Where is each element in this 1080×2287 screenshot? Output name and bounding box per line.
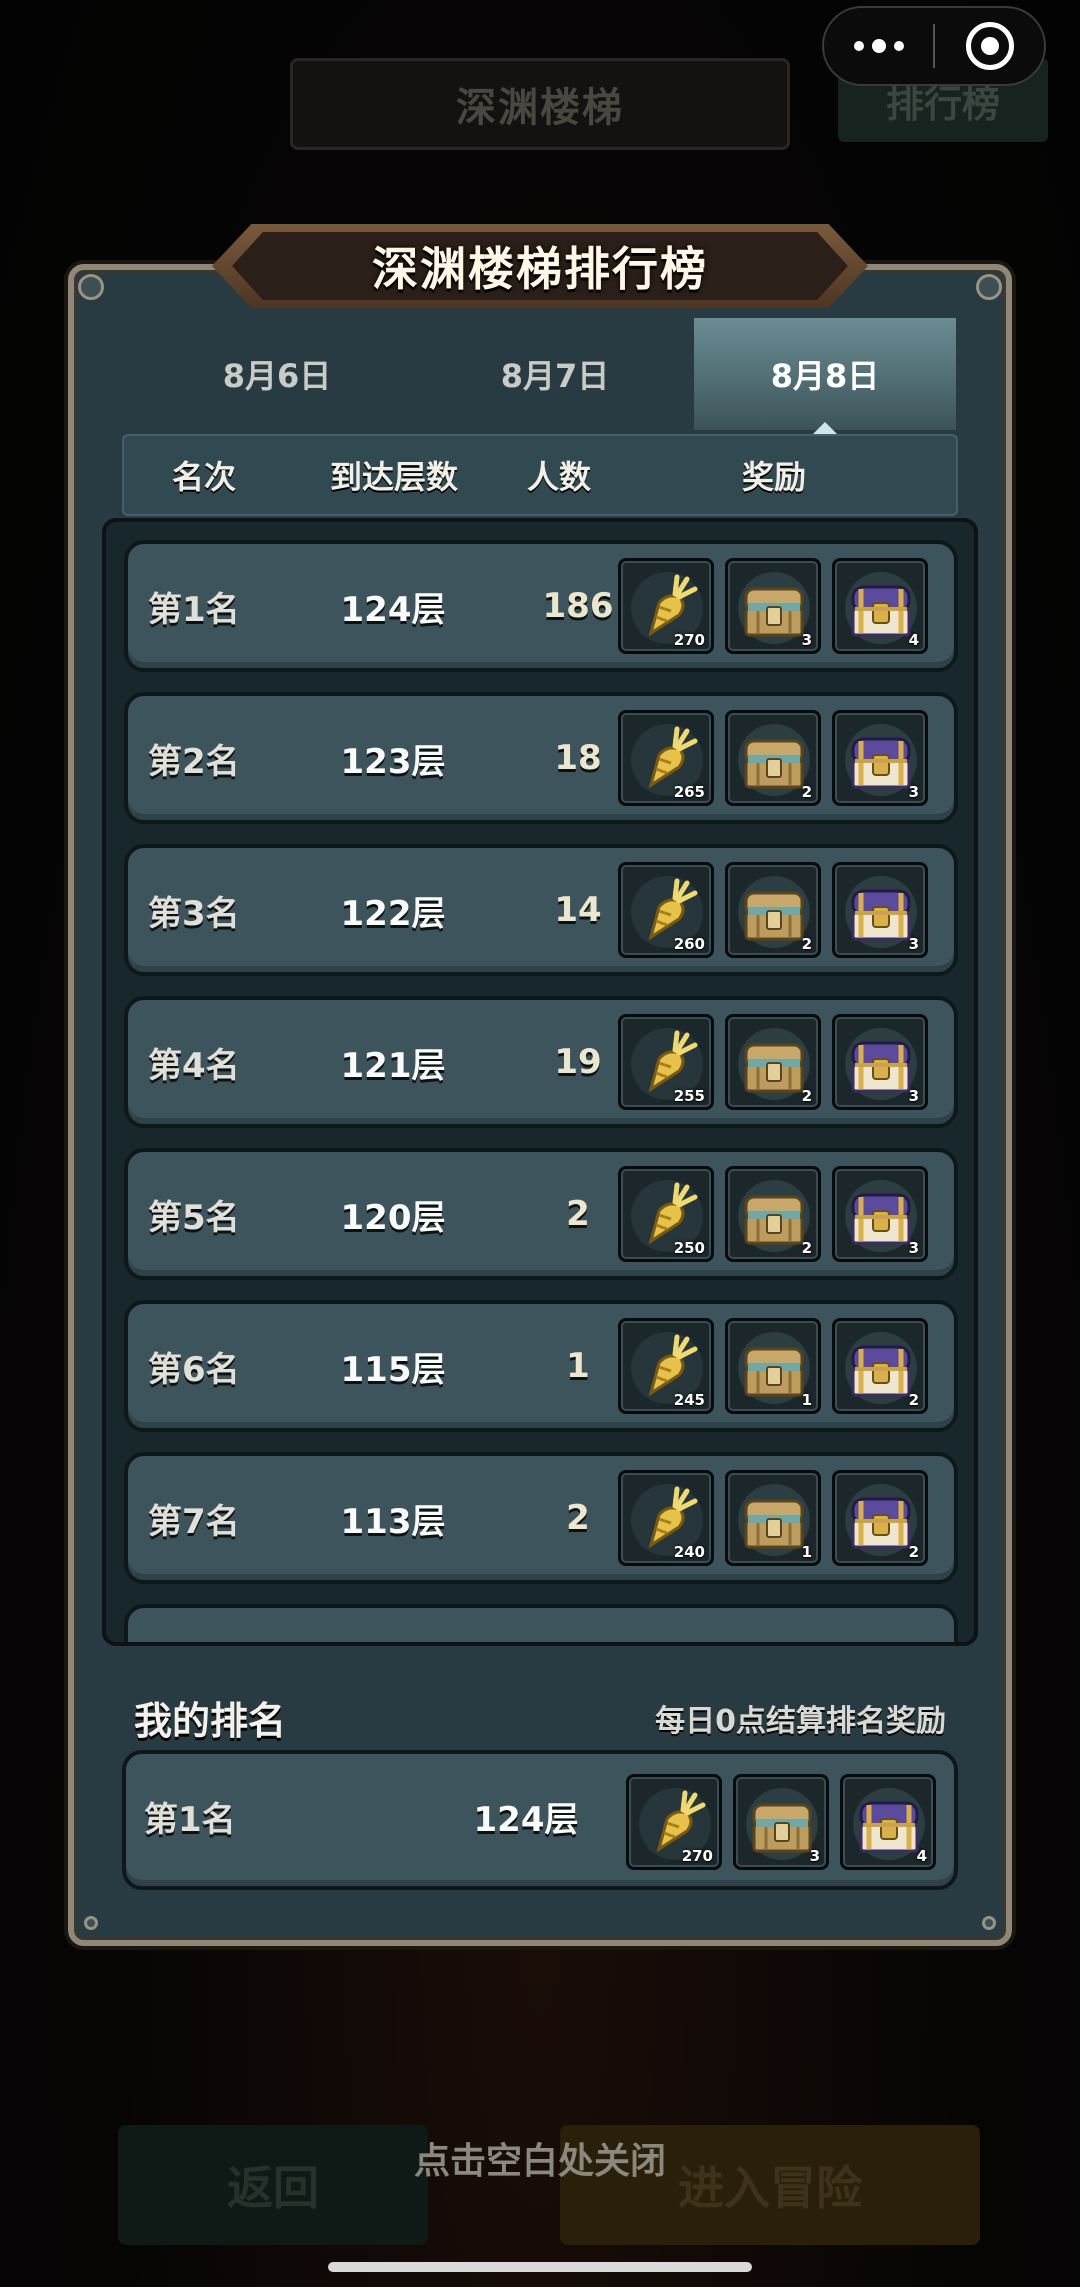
reward-slot[interactable]: 2 [725,1014,821,1110]
reward-quantity: 245 [673,1391,705,1409]
reward-slot[interactable]: 2 [725,1166,821,1262]
reward-quantity: 270 [673,631,705,649]
my-floor: 124层 [473,1799,579,1840]
reward-quantity: 250 [673,1239,705,1257]
tab-aug-6[interactable]: 8月6日 [138,318,416,430]
reward-slot[interactable]: 2 [725,710,821,806]
row-floor: 113层 [340,1501,446,1542]
reward-slot[interactable]: 3 [733,1774,829,1870]
table-row: 第4名 121层 19 255 2 3 [124,996,958,1128]
reward-quantity: 2 [801,1087,812,1105]
reward-quantity: 2 [801,783,812,801]
reward-quantity: 1 [801,1391,812,1409]
reward-quantity: 3 [908,935,919,953]
panel-title: 深渊楼梯排行榜 [372,242,708,296]
tab-aug-7[interactable]: 8月7日 [416,318,694,430]
reward-slot[interactable]: 3 [832,1014,928,1110]
row-floor: 121层 [340,1045,446,1086]
reward-quantity: 3 [908,783,919,801]
home-indicator [328,2262,752,2272]
row-rank: 第3名 [148,893,240,934]
frame-rivet [84,1916,98,1930]
reward-quantity: 3 [801,631,812,649]
reward-quantity: 270 [681,1847,713,1865]
table-row: 第5名 120层 2 250 2 3 [124,1148,958,1280]
header-floor: 到达层数 [329,458,458,496]
reward-slot[interactable]: 265 [618,710,714,806]
reward-slot[interactable]: 240 [618,1470,714,1566]
my-rank-label: 第1名 [144,1799,236,1840]
reward-slot[interactable]: 2 [832,1470,928,1566]
reward-slot[interactable]: 3 [832,1166,928,1262]
table-row-partial [124,1604,958,1642]
row-floor: 123层 [340,741,446,782]
my-rank-row: 第1名 124层 270 3 4 [122,1750,958,1890]
reward-slot[interactable]: 260 [618,862,714,958]
mini-program-capsule [822,6,1046,86]
row-rank: 第6名 [148,1349,240,1390]
reward-quantity: 4 [916,1847,927,1865]
reward-quantity: 2 [801,935,812,953]
frame-rivet [982,1916,996,1930]
reward-quantity: 265 [673,783,705,801]
more-menu-icon[interactable] [824,39,933,53]
row-rank: 第1名 [148,589,240,630]
reward-slot[interactable]: 3 [725,558,821,654]
reward-slot[interactable]: 270 [626,1774,722,1870]
reward-slot[interactable]: 245 [618,1318,714,1414]
reward-quantity: 2 [908,1391,919,1409]
row-floor: 120层 [340,1197,446,1238]
reward-quantity: 3 [908,1239,919,1257]
reward-quantity: 3 [809,1847,820,1865]
date-tabs: 8月6日 8月7日 8月8日 [138,318,956,430]
reward-quantity: 240 [673,1543,705,1561]
reward-slot[interactable]: 3 [832,710,928,806]
reward-quantity: 2 [801,1239,812,1257]
row-floor: 122层 [340,893,446,934]
reward-quantity: 1 [801,1543,812,1561]
reward-slot[interactable]: 4 [832,558,928,654]
row-rank: 第5名 [148,1197,240,1238]
reward-slot[interactable]: 1 [725,1470,821,1566]
row-floor: 115层 [340,1349,446,1390]
header-count: 人数 [526,458,591,496]
reward-quantity: 255 [673,1087,705,1105]
reward-quantity: 260 [673,935,705,953]
reward-slot[interactable]: 250 [618,1166,714,1262]
row-rank: 第2名 [148,741,240,782]
reward-slot[interactable]: 2 [832,1318,928,1414]
table-header: 名次 到达层数 人数 奖励 [122,434,958,516]
tab-aug-8[interactable]: 8月8日 [694,318,956,430]
reward-slot[interactable]: 3 [832,862,928,958]
row-rank: 第7名 [148,1501,240,1542]
header-rank: 名次 [171,458,236,496]
table-row: 第7名 113层 2 240 1 2 [124,1452,958,1584]
table-row: 第2名 123层 18 265 2 3 [124,692,958,824]
settlement-note: 每日0点结算排名奖励 [655,1704,946,1739]
row-rank: 第4名 [148,1045,240,1086]
reward-slot[interactable]: 2 [725,862,821,958]
ranking-list[interactable]: 第1名 124层 186 270 3 4 第2名 123层 18 265 2 3 第3名 122层 14 26… [102,518,978,1646]
background-title: 深渊楼梯 [290,58,790,150]
reward-quantity: 3 [908,1087,919,1105]
reward-slot[interactable]: 270 [618,558,714,654]
table-row: 第6名 115层 1 245 1 2 [124,1300,958,1432]
row-floor: 124层 [340,589,446,630]
table-row: 第1名 124层 186 270 3 4 [124,540,958,672]
reward-quantity: 4 [908,631,919,649]
reward-slot[interactable]: 255 [618,1014,714,1110]
table-row: 第3名 122层 14 260 2 3 [124,844,958,976]
my-rank-title: 我的排名 [134,1699,287,1743]
frame-corner-ornament [976,274,1002,300]
reward-slot[interactable]: 1 [725,1318,821,1414]
close-hint[interactable]: 点击空白处关闭 [0,2132,1080,2184]
reward-slot[interactable]: 4 [840,1774,936,1870]
reward-quantity: 2 [908,1543,919,1561]
frame-corner-ornament [78,274,104,300]
close-miniprogram-icon[interactable] [935,22,1044,70]
header-reward: 奖励 [741,458,806,496]
